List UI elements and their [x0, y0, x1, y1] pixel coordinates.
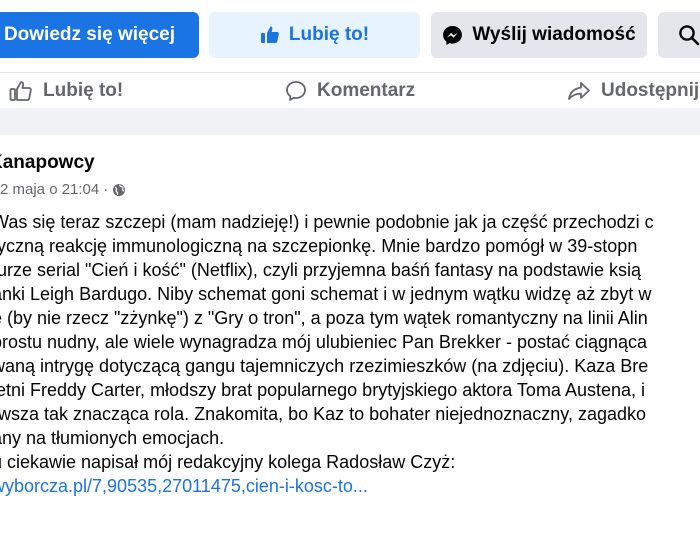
feed-gap — [0, 108, 700, 135]
post-text-line: letni Freddy Carter, młodszy brat popula… — [0, 380, 646, 400]
post-like-label: Lubię to! — [43, 80, 124, 101]
post-text-line: any na tłumionych emocjach. — [0, 428, 225, 448]
send-message-button[interactable]: Wyślij wiadomość — [431, 12, 647, 58]
comment-label: Komentarz — [317, 80, 416, 101]
search-button[interactable] — [658, 12, 700, 58]
article-link[interactable]: wyborcza.pl/7,90535,27011475,cien-i-kosc… — [0, 476, 368, 496]
post-text-line: ę (by nie rzecz "zżynkę") z "Gry o tron"… — [0, 308, 648, 328]
post-like-button[interactable]: Lubię to! — [9, 73, 123, 109]
share-icon — [568, 82, 590, 100]
globe-icon — [113, 183, 126, 196]
meta-separator: · — [103, 181, 109, 198]
post-text-line: waną intrygę dotyczącą gangu tajemniczyc… — [0, 356, 649, 376]
share-label: Udostępnij — [601, 80, 700, 101]
learn-more-button[interactable]: Dowiedz się więcej — [0, 12, 199, 58]
post-text-line: u ciekawie napisał mój redakcyjny kolega… — [0, 452, 456, 472]
post-author[interactable]: Kanapowcy — [0, 152, 95, 174]
post-actions-bar: Lubię to! Komentarz Udostępnij — [0, 72, 700, 109]
comment-icon — [286, 81, 306, 101]
post-text-line: prostu nudny, ale wiele wynagradza mój u… — [0, 332, 648, 352]
post-card: Kanapowcy 2 maja o 21:04 · Was się teraz… — [0, 135, 700, 536]
thumbs-up-icon — [260, 26, 279, 43]
like-page-button[interactable]: Lubię to! — [209, 12, 420, 58]
messenger-icon — [443, 25, 463, 45]
share-button[interactable]: Udostępnij — [567, 73, 699, 109]
post-text-line: anki Leigh Bardugo. Niby schemat goni sc… — [0, 284, 652, 304]
post-text-line: rwsza tak znacząca rola. Znakomita, bo K… — [0, 404, 647, 424]
page-header-bar: Dowiedz się więcej Lubię to! Wyślij wiad… — [0, 0, 700, 72]
post-text-line: Was się teraz szczepi (mam nadzieję!) i … — [0, 212, 654, 232]
like-page-label: Lubię to! — [288, 24, 370, 45]
learn-more-label: Dowiedz się więcej — [3, 24, 176, 45]
post-body: Was się teraz szczepi (mam nadzieję!) i … — [0, 210, 700, 498]
post-date[interactable]: 2 maja o 21:04 — [0, 181, 99, 198]
post-link-line: wyborcza.pl/7,90535,27011475,cien-i-kosc… — [0, 474, 700, 498]
post-text-line: tyczną reakcję immunologiczną na szczepi… — [0, 236, 638, 256]
search-icon — [679, 25, 700, 46]
thumbs-up-icon — [9, 81, 32, 101]
post-text-line: turze serial "Cień i kość" (Netflix), cz… — [0, 260, 642, 280]
post-meta: 2 maja o 21:04 · — [0, 181, 126, 198]
send-message-label: Wyślij wiadomość — [472, 24, 636, 45]
comment-button[interactable]: Komentarz — [285, 73, 415, 109]
